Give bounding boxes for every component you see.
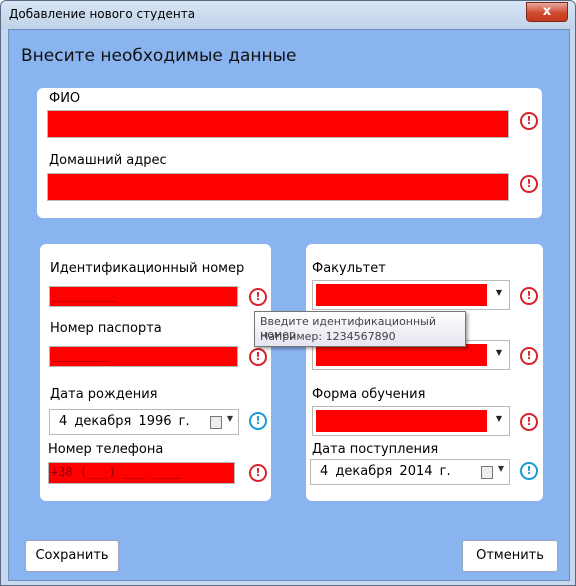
close-button[interactable]: x bbox=[526, 2, 568, 22]
admission-date-value: 4 декабря 2014 г. bbox=[320, 464, 451, 479]
phone-error-icon: ! bbox=[249, 464, 267, 482]
fio-error-icon: ! bbox=[520, 112, 538, 130]
id-number-error-icon: ! bbox=[249, 288, 267, 306]
study-form-error-icon: ! bbox=[520, 413, 538, 431]
passport-input[interactable]: ________ bbox=[49, 346, 238, 367]
phone-input[interactable]: +38 (___) ___ ____ bbox=[48, 462, 235, 484]
faculty-select-value bbox=[316, 284, 487, 306]
faculty-error-icon: ! bbox=[520, 287, 538, 305]
dialog-content: Внесите необходимые данные ФИО ! Домашни… bbox=[8, 29, 570, 581]
personal-info-panel: ФИО ! Домашний адрес ! bbox=[37, 88, 542, 218]
study-form-select[interactable]: ▼ bbox=[312, 406, 510, 436]
passport-label: Номер паспорта bbox=[50, 321, 162, 336]
calendar-icon[interactable] bbox=[481, 466, 493, 479]
passport-error-icon: ! bbox=[249, 348, 267, 366]
tooltip-line-2: Например: 1234567890 bbox=[260, 330, 396, 343]
chevron-down-icon[interactable]: ▼ bbox=[491, 284, 507, 306]
passport-mask: ________ bbox=[52, 348, 110, 362]
address-error-icon: ! bbox=[520, 175, 538, 193]
faculty-label: Факультет bbox=[312, 261, 386, 276]
chevron-down-icon[interactable]: ▼ bbox=[227, 414, 233, 423]
documents-panel: Идентификационный номер _________ ! Номе… bbox=[40, 244, 271, 501]
chevron-down-icon[interactable]: ▼ bbox=[491, 410, 507, 432]
fio-input[interactable] bbox=[47, 110, 509, 138]
admission-date-info-icon: ! bbox=[520, 462, 538, 480]
phone-label: Номер телефона bbox=[48, 442, 164, 457]
birth-date-label: Дата рождения bbox=[50, 387, 158, 402]
id-number-tooltip: Введите идентификационный номер Например… bbox=[254, 311, 466, 347]
save-button[interactable]: Сохранить bbox=[25, 540, 119, 572]
phone-mask: +38 (___) ___ ____ bbox=[51, 465, 182, 479]
study-form-select-value bbox=[316, 410, 487, 432]
window-title: Добавление нового студента bbox=[9, 7, 196, 21]
cancel-button[interactable]: Отменить bbox=[462, 540, 558, 572]
admission-date-label: Дата поступления bbox=[312, 442, 439, 457]
id-number-label: Идентификационный номер bbox=[50, 261, 245, 276]
calendar-icon[interactable] bbox=[210, 416, 222, 429]
specialty-select-value bbox=[316, 344, 487, 366]
admission-date-picker[interactable]: 4 декабря 2014 г. ▼ bbox=[310, 459, 510, 485]
study-form-label: Форма обучения bbox=[312, 387, 426, 402]
title-bar[interactable]: Добавление нового студента x bbox=[1, 1, 575, 29]
birth-date-value: 4 декабря 1996 г. bbox=[59, 414, 190, 429]
education-panel: Факультет ▼ ! ▼ ! Форма обучения ▼ ! Дат… bbox=[306, 244, 543, 501]
chevron-down-icon[interactable]: ▼ bbox=[491, 344, 507, 366]
fio-label: ФИО bbox=[49, 91, 81, 106]
faculty-select[interactable]: ▼ bbox=[312, 280, 510, 310]
specialty-error-icon: ! bbox=[520, 347, 538, 365]
dialog-window: Добавление нового студента x Внесите нео… bbox=[0, 0, 576, 586]
page-title: Внесите необходимые данные bbox=[21, 46, 297, 66]
birth-date-picker[interactable]: 4 декабря 1996 г. ▼ bbox=[49, 409, 239, 435]
birth-date-info-icon: ! bbox=[249, 412, 267, 430]
id-number-input[interactable]: _________ bbox=[49, 286, 238, 307]
id-number-mask: _________ bbox=[52, 288, 118, 302]
chevron-down-icon[interactable]: ▼ bbox=[498, 464, 504, 473]
address-input[interactable] bbox=[47, 173, 509, 201]
address-label: Домашний адрес bbox=[49, 153, 167, 168]
